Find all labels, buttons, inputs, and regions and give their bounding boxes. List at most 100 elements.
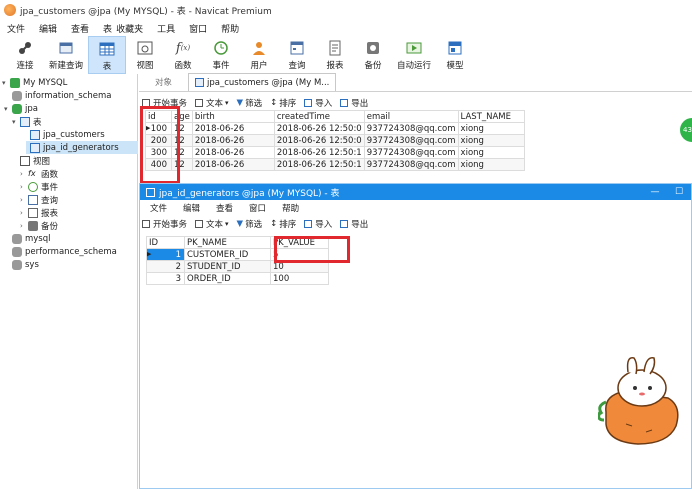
backup-icon (28, 220, 38, 231)
column-header-email[interactable]: email (363, 110, 459, 123)
function-icon: fx (28, 168, 36, 178)
menu-file[interactable]: 文件 (0, 22, 32, 35)
table-header-row: id age birth createdTime email LAST_NAME (145, 110, 525, 123)
text-icon (195, 99, 204, 107)
export-button[interactable]: 导出 (340, 218, 368, 230)
column-header-pk-name[interactable]: PK_NAME (184, 236, 271, 249)
text-button[interactable]: 文本 ▾ (195, 218, 229, 230)
menu-table[interactable]: 表 (96, 22, 114, 35)
database-icon (12, 259, 22, 270)
tree-item-tables[interactable]: ▾ 表 (12, 115, 42, 128)
table-row[interactable]: 400 12 2018-06-26 2018-06-26 12:50:1 937… (145, 158, 525, 171)
chevron-right-icon: › (20, 208, 23, 217)
tree-item-queries[interactable]: › 查询 (20, 193, 58, 206)
table-row[interactable]: 300 12 2018-06-26 2018-06-26 12:50:1 937… (145, 146, 525, 159)
table-row[interactable]: 3 ORDER_ID 100 (146, 272, 329, 285)
tree-item-jpa-customers[interactable]: jpa_customers (30, 128, 105, 141)
id-generators-toolbar: 开始事务 文本 ▾ ▼ 筛选 ↕ 排序 导入 导出 (140, 216, 691, 232)
query-button[interactable]: 查询 (278, 36, 316, 74)
sort-button[interactable]: ↕ 排序 (270, 218, 296, 230)
import-icon (304, 220, 313, 228)
import-button[interactable]: 导入 (304, 218, 332, 230)
title-bar: jpa_customers @jpa (My MYSQL) - 表 - Navi… (0, 0, 692, 20)
mysql-connection-icon (10, 77, 20, 88)
event-icon (212, 39, 230, 57)
tree-item-views[interactable]: 视图 (20, 154, 50, 167)
minimize-icon[interactable]: — (643, 187, 667, 197)
menu-edit[interactable]: 编辑 (175, 202, 208, 214)
tree-item-performance-schema[interactable]: performance_schema (12, 245, 117, 258)
column-header-createdtime[interactable]: createdTime (273, 110, 365, 123)
tree-item-functions[interactable]: › fx 函数 (20, 167, 58, 180)
carrot-rabbit-sticker-icon (597, 354, 684, 448)
menu-view[interactable]: 查看 (64, 22, 96, 35)
column-header-birth[interactable]: birth (191, 110, 275, 123)
menu-help[interactable]: 帮助 (274, 202, 307, 214)
event-button[interactable]: 事件 (202, 36, 240, 74)
main-toolbar: 连接 新建查询 表 视图 f (x) 函数 事件 用户 查询 报表 备份 自动运行 (0, 36, 692, 74)
connection-button[interactable]: 连接 (6, 36, 44, 74)
database-icon (12, 103, 22, 114)
tree-item-jpa[interactable]: ▾ jpa (4, 102, 38, 115)
user-button[interactable]: 用户 (240, 36, 278, 74)
column-header-last-name[interactable]: LAST_NAME (457, 110, 525, 123)
backup-button[interactable]: 备份 (354, 36, 392, 74)
chevron-down-icon: ▾ (225, 99, 229, 107)
import-button[interactable]: 导入 (304, 97, 332, 109)
new-query-button[interactable]: 新建查询 (44, 36, 88, 74)
model-button[interactable]: 模型 (436, 36, 474, 74)
chevron-right-icon: › (20, 182, 23, 191)
tab-bar: 对象 jpa_customers @jpa (My M... (139, 73, 692, 92)
maximize-icon[interactable]: ☐ (667, 187, 691, 197)
chevron-right-icon: › (20, 195, 23, 204)
import-icon (304, 99, 313, 107)
status-badge[interactable]: 43 (680, 118, 692, 142)
table-icon (30, 129, 40, 140)
tree-item-mysql[interactable]: mysql (12, 232, 51, 245)
view-button[interactable]: 视图 (126, 36, 164, 74)
report-button[interactable]: 报表 (316, 36, 354, 74)
menu-bar: 文件 编辑 查看 表 收藏夹 工具 窗口 帮助 (0, 20, 692, 36)
id-generators-menu: 文件 编辑 查看 窗口 帮助 (140, 200, 691, 216)
chevron-down-icon: ▾ (225, 220, 229, 228)
tree-item-sys[interactable]: sys (12, 258, 39, 271)
menu-favorites[interactable]: 收藏夹 (114, 22, 150, 35)
tab-objects[interactable]: 对象 (139, 73, 188, 91)
filter-button[interactable]: ▼ 筛选 (237, 218, 263, 230)
report-icon (326, 39, 344, 57)
table-row[interactable]: ▶ 100 12 2018-06-26 2018-06-26 12:50:0 93… (145, 122, 525, 135)
automation-button[interactable]: 自动运行 (392, 36, 436, 74)
function-button[interactable]: f (x) 函数 (164, 36, 202, 74)
sort-button[interactable]: ↕ 排序 (270, 97, 296, 109)
tree-item-events[interactable]: › 事件 (20, 180, 58, 193)
table-row[interactable]: 200 12 2018-06-26 2018-06-26 12:50:0 937… (145, 134, 525, 147)
menu-window[interactable]: 窗口 (241, 202, 274, 214)
tree-item-information-schema[interactable]: information_schema (12, 89, 112, 102)
tree-item-backups[interactable]: › 备份 (20, 219, 58, 232)
tab-jpa-customers[interactable]: jpa_customers @jpa (My M... (188, 73, 337, 91)
menu-tools[interactable]: 工具 (150, 22, 182, 35)
table-button[interactable]: 表 (88, 36, 126, 74)
pk-value-highlight (274, 236, 350, 263)
column-header-id[interactable]: ID (146, 236, 185, 249)
table-icon (195, 78, 205, 87)
menu-view[interactable]: 查看 (208, 202, 241, 214)
tree-item-jpa-id-generators[interactable]: jpa_id_generators (26, 141, 138, 154)
begin-transaction-button[interactable]: 开始事务 (142, 218, 187, 230)
menu-file[interactable]: 文件 (142, 202, 175, 214)
table-icon (20, 116, 30, 127)
chevron-down-icon: ▾ (4, 104, 8, 113)
id-generators-window: jpa_id_generators @jpa (My MYSQL) - 表 — … (139, 183, 692, 489)
text-icon (195, 220, 204, 228)
menu-window[interactable]: 窗口 (182, 22, 214, 35)
export-button[interactable]: 导出 (340, 97, 368, 109)
filter-button[interactable]: ▼ 筛选 (237, 97, 263, 109)
text-button[interactable]: 文本 ▾ (195, 97, 229, 109)
tree-item-reports[interactable]: › 报表 (20, 206, 58, 219)
menu-edit[interactable]: 编辑 (32, 22, 64, 35)
tree-item-my-mysql[interactable]: ▾ My MYSQL (2, 76, 67, 89)
navicat-logo-icon (4, 4, 16, 16)
filter-icon: ▼ (236, 219, 244, 229)
menu-help[interactable]: 帮助 (214, 22, 246, 35)
report-icon (28, 207, 38, 218)
